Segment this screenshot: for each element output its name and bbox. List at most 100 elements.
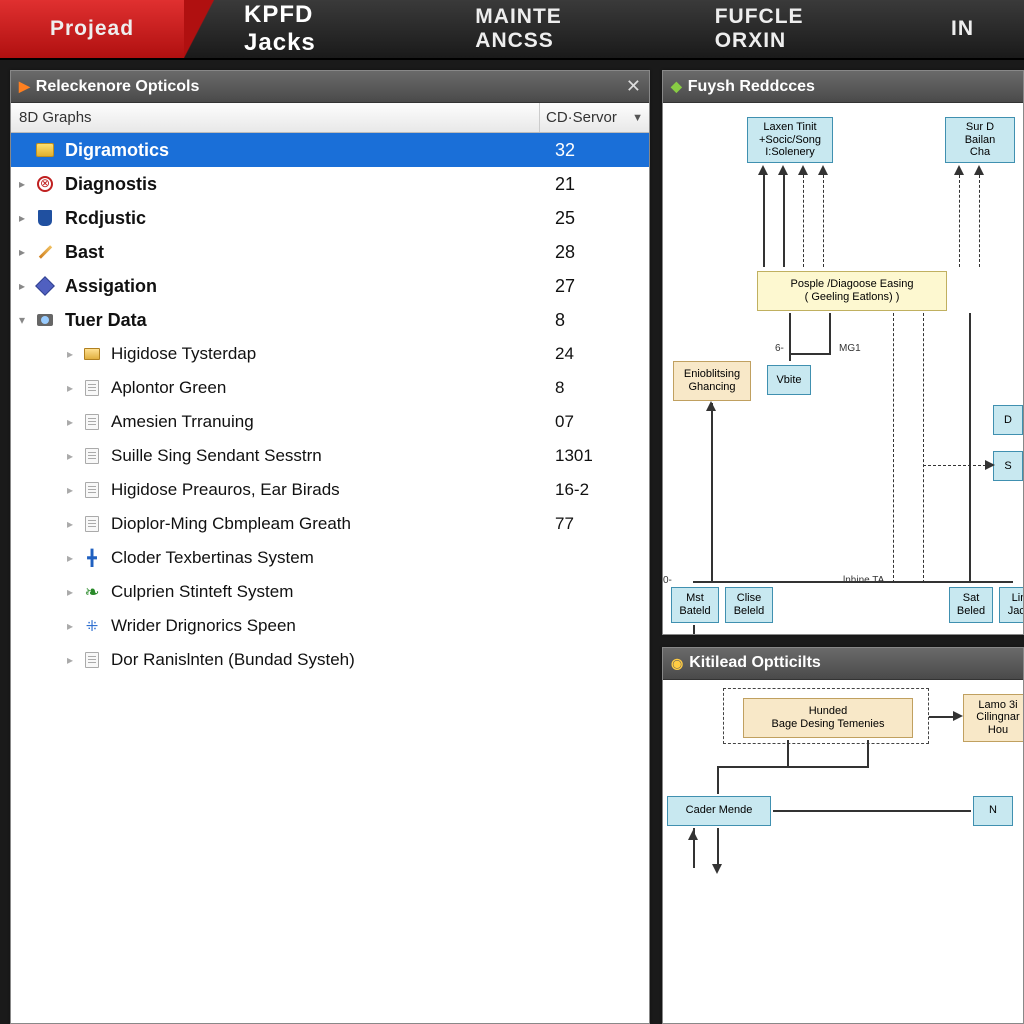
row-icon xyxy=(33,309,57,331)
tree-row[interactable]: ▾Tuer Data8 xyxy=(11,303,649,337)
row-label: Diagnostis xyxy=(65,174,549,195)
row-icon xyxy=(81,649,103,671)
expand-arrow-icon[interactable]: ▸ xyxy=(19,211,33,225)
row-count: 07 xyxy=(549,412,649,432)
diagram-box[interactable]: N xyxy=(973,796,1013,826)
col-graphs[interactable]: 8D Graphs xyxy=(11,109,539,126)
row-icon: ⁜ xyxy=(81,615,103,637)
tree-row[interactable]: Digramotics32 xyxy=(11,133,649,167)
bulb-icon: ◉ xyxy=(671,655,683,672)
tree-row[interactable]: ▸⁜Wrider Drignorics Speen xyxy=(11,609,649,643)
row-count: 16-2 xyxy=(549,480,649,500)
tree-row[interactable]: ▸ Higidose Preauros, Ear Birads16-2 xyxy=(11,473,649,507)
tree-row[interactable]: ▸ Rcdjustic25 xyxy=(11,201,649,235)
tree-scroll[interactable]: Digramotics32 ▸ Diagnostis21 ▸ Rcdjustic25 ▸B… xyxy=(11,133,649,1023)
row-count: 8 xyxy=(549,378,649,398)
diagram-box[interactable]: D xyxy=(993,405,1023,435)
row-icon xyxy=(81,377,103,399)
expand-arrow-icon[interactable]: ▾ xyxy=(19,313,33,327)
tree-row[interactable]: ▸Bast28 xyxy=(11,235,649,269)
tree-row[interactable]: ▸ Aplontor Green8 xyxy=(11,371,649,405)
diagram-box[interactable]: EnioblitsingGhancing xyxy=(673,361,751,401)
row-label: Higidose Tysterdap xyxy=(111,344,549,364)
diagram-panel-upper: ◆ Fuysh Reddcces Laxen Tinit+Socic/SongI… xyxy=(662,70,1024,635)
row-icon: ╋ xyxy=(81,547,103,569)
tree-row[interactable]: ▸❧ Culprien Stinteft System xyxy=(11,575,649,609)
row-count: 32 xyxy=(549,140,649,161)
diagram-upper-header: ◆ Fuysh Reddcces xyxy=(663,71,1023,103)
expand-arrow-icon[interactable]: ▸ xyxy=(67,619,81,633)
diagram-group xyxy=(723,688,929,744)
col-server-dropdown[interactable]: CD·Servor ▼ xyxy=(539,103,649,132)
expand-arrow-icon[interactable]: ▸ xyxy=(67,347,81,361)
tree-row[interactable]: ▸Suille Sing Sendant Sesstrn1301 xyxy=(11,439,649,473)
expand-arrow-icon[interactable]: ▸ xyxy=(67,585,81,599)
tree-row[interactable]: ▸ Higidose Tysterdap24 xyxy=(11,337,649,371)
right-column: ◆ Fuysh Reddcces Laxen Tinit+Socic/SongI… xyxy=(662,70,1024,1024)
tab-kpfd[interactable]: KPFD Jacks xyxy=(184,0,425,58)
diagram-box[interactable]: CliseBeleld xyxy=(725,587,773,623)
diagram-box[interactable]: Posple /Diagoose Easing( Geeling Eatlons… xyxy=(757,271,947,311)
diagram-lower-title: Kitilead Optticilts xyxy=(689,654,821,672)
expand-arrow-icon[interactable]: ▸ xyxy=(67,381,81,395)
expand-arrow-icon[interactable]: ▸ xyxy=(67,483,81,497)
tree-row[interactable]: ▸Assigation27 xyxy=(11,269,649,303)
expand-arrow-icon[interactable]: ▸ xyxy=(19,177,33,191)
tab-in[interactable]: IN xyxy=(901,0,1024,58)
diagram-label: 6- xyxy=(775,343,784,354)
diagram-upper-body[interactable]: Laxen Tinit+Socic/SongI:Solenery Sur DBa… xyxy=(663,103,1023,634)
tree-row[interactable]: ▸Amesien Trranuing07 xyxy=(11,405,649,439)
row-icon xyxy=(81,343,103,365)
diagram-box[interactable]: SatBeled xyxy=(949,587,993,623)
diagram-box[interactable]: MstBateld xyxy=(671,587,719,623)
left-panel-title: Releckenore Opticols xyxy=(36,78,200,96)
row-count: 27 xyxy=(549,276,649,297)
row-label: Culprien Stinteft System xyxy=(111,582,549,602)
row-label: Dor Ranislnten (Bundad Systeh) xyxy=(111,650,549,670)
diagram-box[interactable]: Laxen Tinit+Socic/SongI:Solenery xyxy=(747,117,833,163)
expand-arrow-icon[interactable]: ▸ xyxy=(67,551,81,565)
diagram-label: 0- xyxy=(663,575,672,586)
diagram-box[interactable]: Sur DBailanCha xyxy=(945,117,1015,163)
expand-arrow-icon[interactable]: ▸ xyxy=(67,653,81,667)
row-label: Higidose Preauros, Ear Birads xyxy=(111,480,549,500)
tree-row[interactable]: ▸╋Cloder Texbertinas System xyxy=(11,541,649,575)
row-label: Digramotics xyxy=(65,140,549,161)
expand-arrow-icon[interactable]: ▸ xyxy=(67,449,81,463)
row-count: 21 xyxy=(549,174,649,195)
diagram-label: MG1 xyxy=(839,343,861,354)
left-panel-header: ▶ Releckenore Opticols ✕ xyxy=(11,71,649,103)
workspace: ▶ Releckenore Opticols ✕ 8D Graphs CD·Se… xyxy=(10,70,1024,1024)
top-navigation: Projead KPFD Jacks MAINTE ANCSS FUFCLE O… xyxy=(0,0,1024,60)
diagram-box[interactable]: Lamo 3iCilingnarHou xyxy=(963,694,1023,742)
expand-arrow-icon[interactable]: ▸ xyxy=(67,415,81,429)
diagram-panel-lower: ◉ Kitilead Optticilts HundedBage Desing … xyxy=(662,647,1024,1024)
tab-maintenance[interactable]: MAINTE ANCSS xyxy=(425,0,664,58)
tab-projead[interactable]: Projead xyxy=(0,0,184,58)
row-label: Suille Sing Sendant Sesstrn xyxy=(111,446,549,466)
row-label: Aplontor Green xyxy=(111,378,549,398)
row-icon xyxy=(81,445,103,467)
tab-fufcle[interactable]: FUFCLE ORXIN xyxy=(665,0,901,58)
close-icon[interactable]: ✕ xyxy=(626,76,641,97)
tree-row[interactable]: ▸ Dor Ranislnten (Bundad Systeh) xyxy=(11,643,649,677)
row-count: 25 xyxy=(549,208,649,229)
tree-row[interactable]: ▸Dioplor-Ming Cbmpleam Greath77 xyxy=(11,507,649,541)
diamond-icon: ◆ xyxy=(671,78,682,95)
diagram-box[interactable]: S xyxy=(993,451,1023,481)
expand-arrow-icon[interactable]: ▸ xyxy=(19,245,33,259)
row-label: Rcdjustic xyxy=(65,208,549,229)
diagram-box[interactable]: LinJacv xyxy=(999,587,1023,623)
row-icon: ❧ xyxy=(81,581,103,603)
expand-arrow-icon[interactable]: ▸ xyxy=(67,517,81,531)
diagram-upper-title: Fuysh Reddcces xyxy=(688,78,815,96)
chevron-down-icon: ▼ xyxy=(632,112,643,124)
expand-arrow-icon[interactable]: ▸ xyxy=(19,279,33,293)
diagram-box[interactable]: Vbite xyxy=(767,365,811,395)
row-label: Dioplor-Ming Cbmpleam Greath xyxy=(111,514,549,534)
row-icon xyxy=(81,479,103,501)
tree-row[interactable]: ▸ Diagnostis21 xyxy=(11,167,649,201)
diagram-lower-body[interactable]: HundedBage Desing Temenies Lamo 3iCiling… xyxy=(663,680,1023,1023)
diagram-box[interactable]: Cader Mende xyxy=(667,796,771,826)
row-count: 24 xyxy=(549,344,649,364)
